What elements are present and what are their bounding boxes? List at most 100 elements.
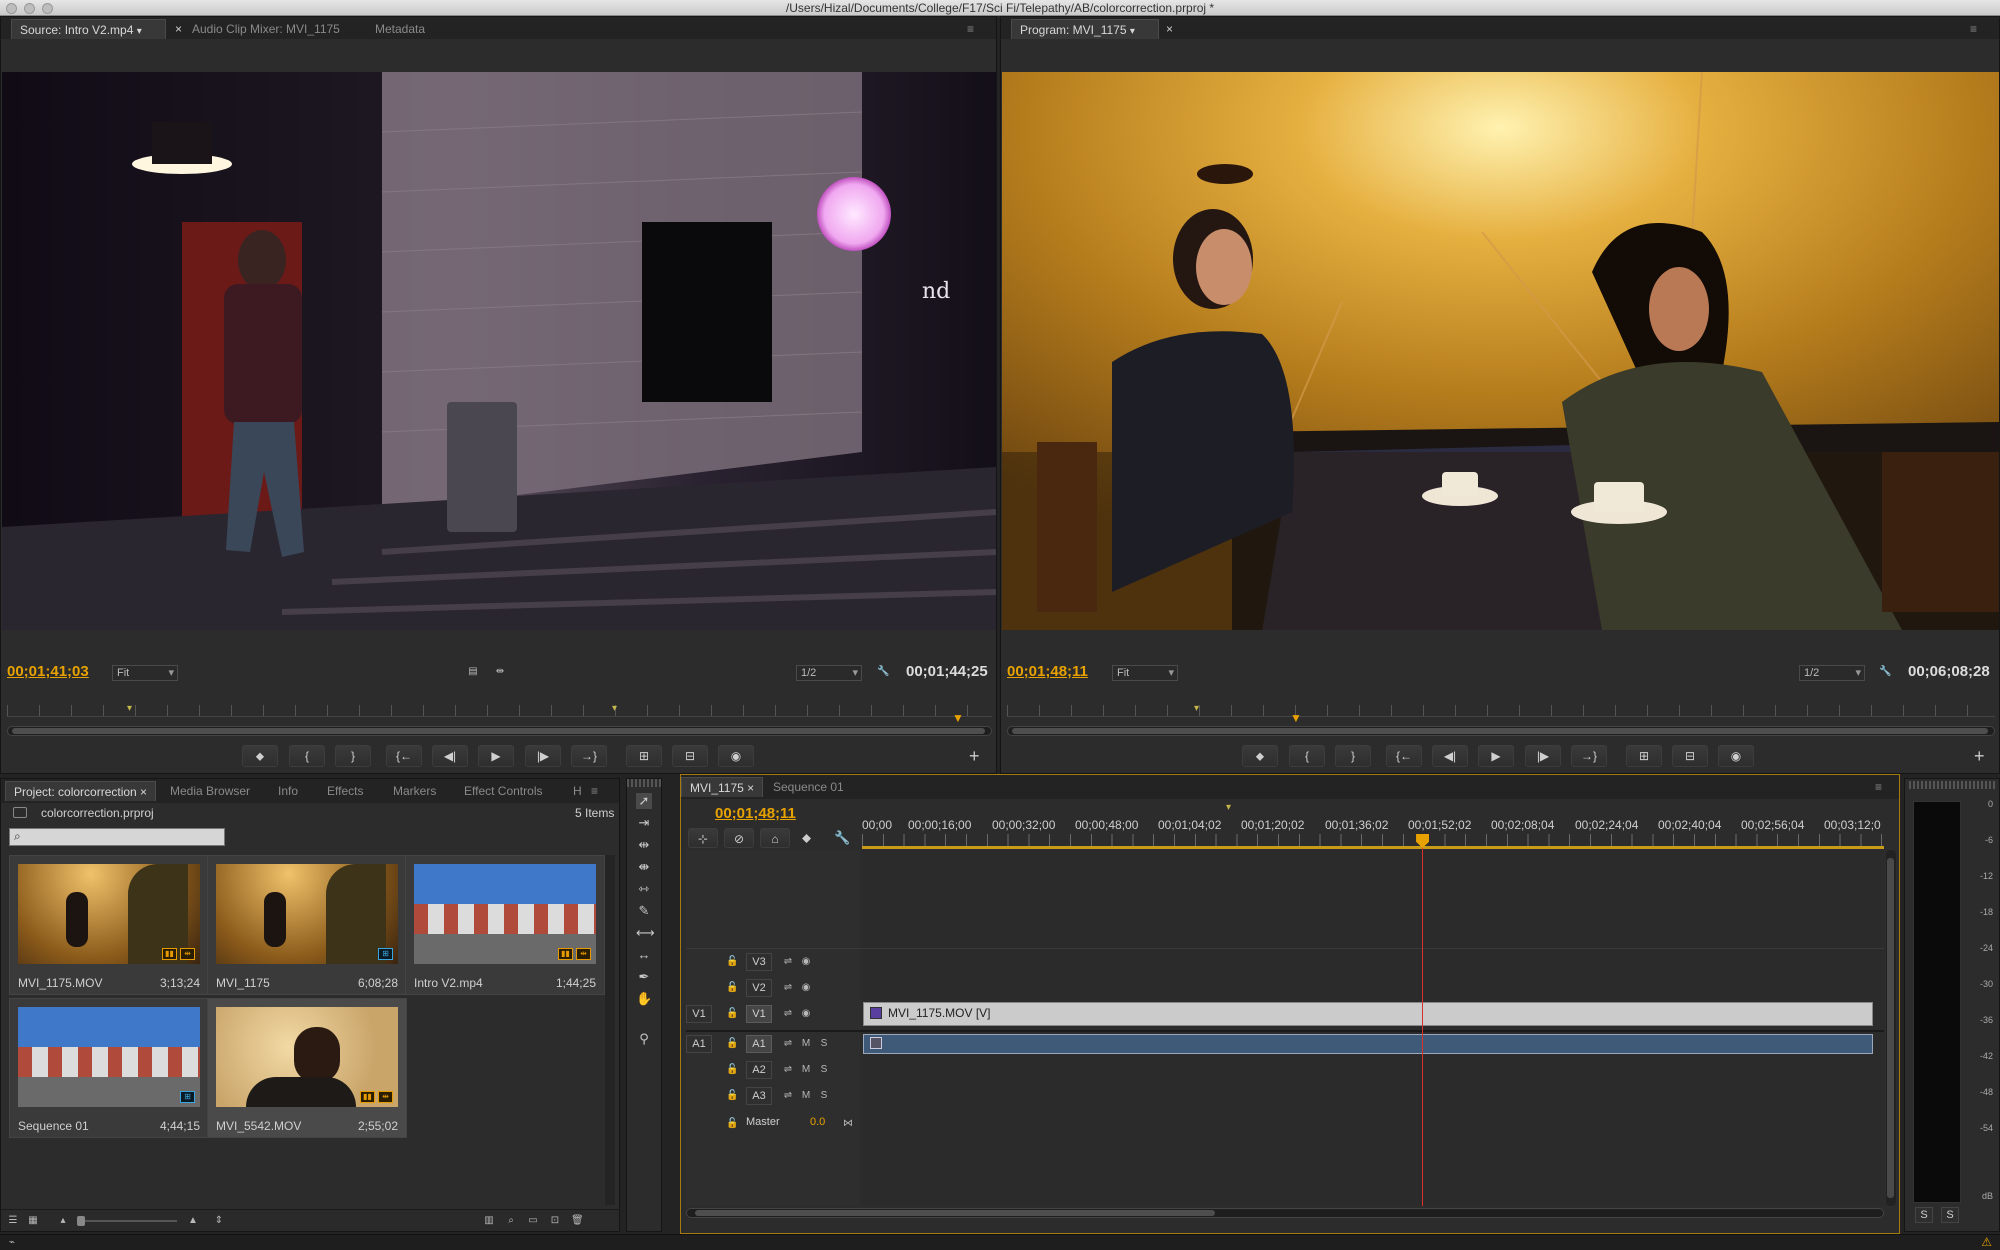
sync-lock-icon[interactable]: ⇌ (782, 1008, 794, 1020)
marker-icon[interactable]: ▾ (612, 703, 617, 714)
mute-button[interactable]: M (800, 1038, 812, 1050)
overwrite-button[interactable]: ⊟ (672, 745, 708, 767)
work-area-bar[interactable] (862, 846, 1884, 849)
timeline-timecode[interactable]: 00;01;48;11 (715, 805, 796, 822)
wrench-icon[interactable]: 🔧 (877, 666, 889, 678)
lock-icon[interactable]: 🔓 (726, 1038, 738, 1050)
step-back-button[interactable]: ◀| (1432, 745, 1468, 767)
close-window-button[interactable] (6, 3, 17, 14)
project-scrollbar[interactable] (605, 855, 615, 1205)
track-label[interactable]: V3 (746, 953, 772, 971)
source-patch-a1[interactable]: A1 (686, 1035, 712, 1053)
camera-icon[interactable]: ◉ (718, 745, 754, 767)
add-marker-icon[interactable]: ⌂ (760, 828, 790, 848)
linked-selection-icon[interactable]: ⊘ (724, 828, 754, 848)
timeline-playhead-line[interactable] (1422, 834, 1424, 1206)
trash-icon[interactable]: 🗑 (571, 1215, 584, 1227)
tab-media-browser[interactable]: Media Browser (162, 781, 258, 801)
program-zoom-scrollbar[interactable] (1007, 726, 1995, 736)
lock-icon[interactable]: 🔓 (726, 956, 738, 968)
project-item-intro-v2[interactable]: ▮▮ ⇹ Intro V2.mp4 1;44;25 (405, 855, 605, 995)
marker-icon[interactable]: ▾ (1194, 703, 1199, 714)
panel-menu-icon[interactable]: ≡ (1867, 777, 1890, 797)
go-to-out-button[interactable]: →} (571, 745, 607, 767)
search-input[interactable]: ⌕ (9, 828, 225, 846)
plus-icon[interactable]: + (969, 746, 980, 767)
source-playhead[interactable]: ▼ (952, 711, 964, 725)
eye-icon[interactable]: ◉ (800, 956, 812, 968)
sync-lock-icon[interactable]: ⇌ (782, 1064, 794, 1076)
zoom-in-icon[interactable]: ▲ (187, 1215, 199, 1227)
track-label[interactable]: V2 (746, 979, 772, 997)
find-icon[interactable]: ⌕ (505, 1215, 517, 1227)
source-zoom-select[interactable]: Fit (112, 665, 178, 681)
go-to-out-button[interactable]: →} (1571, 745, 1607, 767)
eye-icon[interactable]: ◉ (800, 982, 812, 994)
minimize-window-button[interactable] (24, 3, 35, 14)
solo-button[interactable]: S (818, 1038, 830, 1050)
lock-icon[interactable]: 🔓 (726, 1090, 738, 1102)
source-resolution-select[interactable]: 1/2 (796, 665, 862, 681)
marker-icon[interactable]: ▾ (1226, 802, 1231, 813)
step-forward-button[interactable]: |▶ (1525, 745, 1561, 767)
warning-icon[interactable]: ⚠ (1981, 1235, 1992, 1249)
lock-icon[interactable]: 🔓 (726, 1118, 738, 1130)
tab-program[interactable]: Program: MVI_1175 ▾ (1011, 19, 1159, 39)
close-tab-icon[interactable]: × (1158, 19, 1181, 39)
thumbnail-size-slider[interactable] (77, 1216, 177, 1226)
pen-tool-icon[interactable]: ✒ (636, 969, 652, 985)
source-patch-v1[interactable]: V1 (686, 1005, 712, 1023)
tab-source[interactable]: Source: Intro V2.mp4 ▾ (11, 19, 166, 39)
track-label[interactable]: A3 (746, 1087, 772, 1105)
razor-tool-icon[interactable]: ✎ (636, 903, 652, 919)
drag-audio-icon[interactable]: ⇹ (494, 666, 506, 678)
program-playhead[interactable]: ▼ (1290, 711, 1302, 725)
mark-in-button[interactable]: { (1289, 745, 1325, 767)
sort-icon[interactable]: ⇕ (213, 1215, 225, 1227)
mute-button[interactable]: M (800, 1090, 812, 1102)
source-time-ruler[interactable] (7, 705, 992, 717)
project-item-mvi1175mov[interactable]: ▮▮ ⇹ MVI_1175.MOV 3;13;24 (9, 855, 209, 995)
track-label[interactable]: A2 (746, 1061, 772, 1079)
solo-button[interactable]: S (818, 1064, 830, 1076)
new-bin-icon[interactable]: ▭ (527, 1215, 539, 1227)
panel-menu-icon[interactable]: ≡ (1962, 19, 1985, 39)
tab-info[interactable]: Info (270, 781, 306, 801)
source-playhead-timecode[interactable]: 00;01;41;03 (7, 663, 89, 680)
clip-audio[interactable] (863, 1034, 1873, 1054)
tab-effects[interactable]: Effects (319, 781, 371, 801)
icon-view-icon[interactable]: ▦ (27, 1215, 39, 1227)
step-forward-button[interactable]: |▶ (525, 745, 561, 767)
rate-stretch-tool-icon[interactable]: ⇿ (636, 881, 652, 897)
lock-icon[interactable]: 🔓 (726, 982, 738, 994)
clip-video[interactable]: MVI_1175.MOV [V] (863, 1002, 1873, 1026)
sync-lock-icon[interactable]: ⇌ (782, 1038, 794, 1050)
source-zoom-scrollbar[interactable] (7, 726, 992, 736)
track-select-tool-icon[interactable]: ⇥ (636, 815, 652, 831)
master-volume[interactable]: 0.0 (810, 1116, 825, 1128)
project-item-mvi5542[interactable]: ▮▮ ⇹ MVI_5542.MOV 2;55;02 (207, 998, 407, 1138)
program-playhead-timecode[interactable]: 00;01;48;11 (1007, 663, 1088, 680)
lift-button[interactable]: ⊞ (1626, 745, 1662, 767)
go-to-in-button[interactable]: {← (1386, 745, 1422, 767)
drag-video-icon[interactable]: ▤ (467, 666, 479, 678)
tab-project[interactable]: Project: colorcorrection × (5, 781, 157, 801)
eye-icon[interactable]: ◉ (800, 1008, 812, 1020)
panel-menu-icon[interactable]: ≡ (959, 19, 982, 39)
play-button[interactable]: ▶ (478, 745, 514, 767)
tab-effect-controls[interactable]: Effect Controls (456, 781, 550, 801)
program-time-ruler[interactable] (1007, 705, 1995, 717)
new-item-icon[interactable]: ⊡ (549, 1215, 561, 1227)
wrench-icon[interactable]: 🔧 (834, 830, 850, 846)
ripple-edit-tool-icon[interactable]: ⇹ (636, 837, 652, 853)
lock-icon[interactable]: 🔓 (726, 1008, 738, 1020)
sync-lock-icon[interactable]: ⇌ (782, 1090, 794, 1102)
zoom-out-icon[interactable]: ▴ (57, 1215, 69, 1227)
sync-lock-icon[interactable]: ⇌ (782, 982, 794, 994)
mark-out-button[interactable]: } (335, 745, 371, 767)
tab-audio-clip-mixer[interactable]: Audio Clip Mixer: MVI_1175 (184, 19, 348, 39)
play-button[interactable]: ▶ (1478, 745, 1514, 767)
track-label[interactable]: V1 (746, 1005, 772, 1023)
marker-icon[interactable]: ⬥ (802, 830, 811, 846)
mark-out-button[interactable]: } (1335, 745, 1371, 767)
